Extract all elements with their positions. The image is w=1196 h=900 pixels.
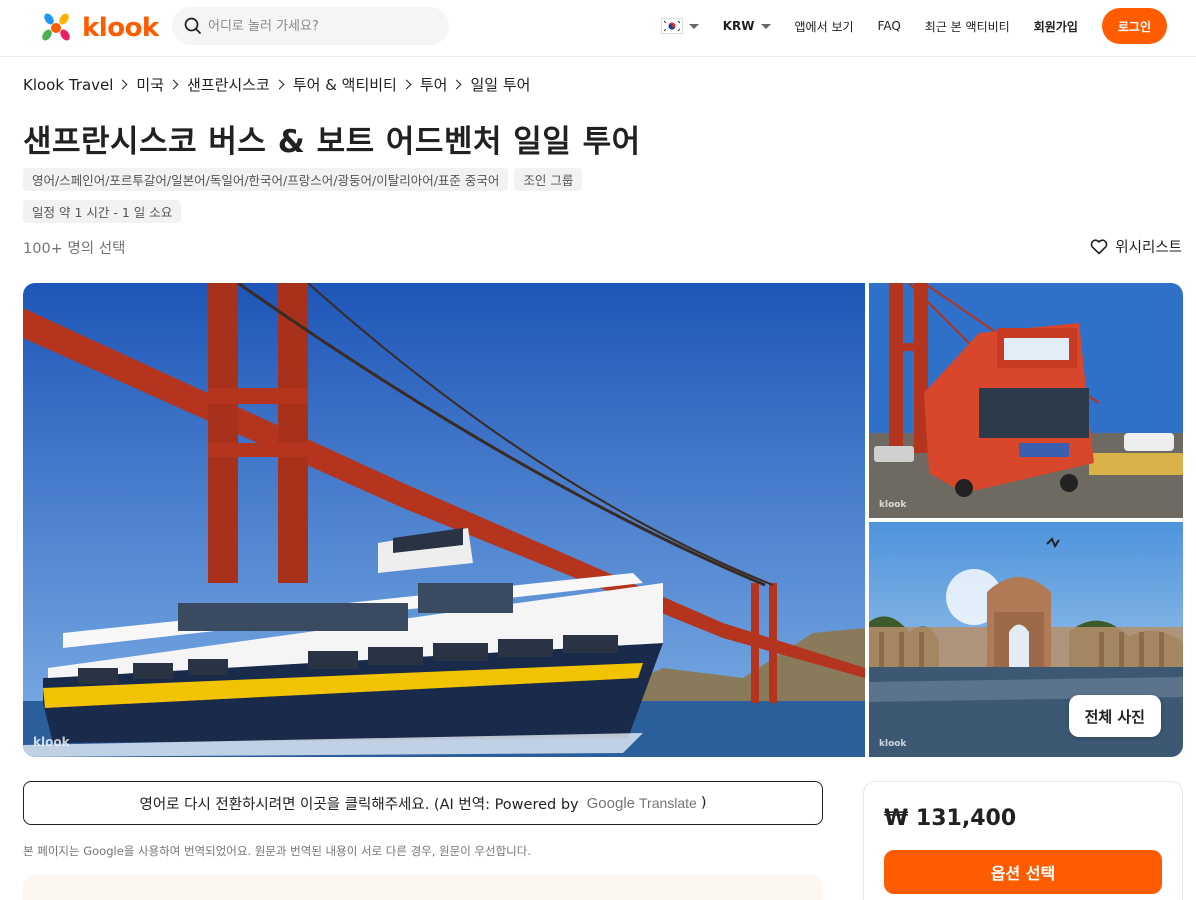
translation-message: 영어로 다시 전환하시려면 이곳을 클릭해주세요. (AI 번역: Powere… — [139, 796, 579, 813]
wishlist-button[interactable]: 위시리스트 — [1090, 236, 1182, 257]
heart-icon — [1090, 238, 1108, 254]
main-photo[interactable]: klook — [23, 283, 865, 757]
breadcrumb-item[interactable]: 일일 투어 — [470, 74, 530, 95]
languages-tag: 영어/스페인어/포르투갈어/일본어/독일어/한국어/프랑스어/광둥어/이탈리아어… — [23, 168, 509, 191]
select-option-button[interactable]: 옵션 선택 — [884, 850, 1162, 894]
group-tag: 조인 그룹 — [514, 168, 583, 191]
language-selector[interactable] — [660, 18, 699, 34]
breadcrumb-item[interactable]: 미국 — [136, 74, 164, 95]
search-input[interactable] — [208, 18, 428, 34]
chevron-down-icon — [760, 23, 771, 29]
bus-photo-image — [869, 283, 1183, 518]
bus-photo[interactable]: klook — [869, 283, 1183, 518]
chevron-down-icon — [688, 23, 699, 29]
faq-link[interactable]: FAQ — [878, 19, 901, 33]
translation-toggle[interactable]: 영어로 다시 전환하시려면 이곳을 클릭해주세요. (AI 번역: Powere… — [23, 781, 823, 825]
google-logo: Google — [586, 794, 635, 812]
activity-tags-row2: 일정 약 1 시간 - 1 일 소요 — [23, 200, 182, 223]
translation-disclaimer: 본 페이지는 Google을 사용하여 번역되었어요. 원문과 번역된 내용이 … — [23, 844, 532, 858]
page-title: 샌프란시스코 버스 & 보트 어드벤처 일일 투어 — [23, 124, 641, 160]
search-bar[interactable] — [172, 7, 449, 45]
korea-flag-icon — [660, 18, 683, 34]
search-icon — [184, 17, 202, 35]
price-label: ₩ 131,400 — [884, 806, 1017, 831]
klook-watermark: klook — [33, 735, 70, 749]
klook-logo[interactable]: klook — [38, 10, 159, 46]
wishlist-label: 위시리스트 — [1115, 240, 1182, 256]
ferry-photo-image — [23, 283, 865, 757]
logo-text: klook — [82, 13, 159, 43]
klook-watermark: klook — [879, 500, 907, 510]
view-all-photos-button[interactable]: 전체 사진 — [1068, 695, 1161, 737]
currency-label: KRW — [722, 19, 755, 33]
chevron-right-icon — [117, 79, 128, 90]
booked-count: 100+ 명의 선택 — [23, 241, 126, 257]
breadcrumb: Klook Travel 미국 샌프란시스코 투어 & 액티비티 투어 일일 투… — [23, 74, 530, 95]
chevron-right-icon — [452, 79, 462, 90]
google-translate-label: Translate — [639, 795, 697, 811]
currency-selector[interactable]: KRW — [723, 19, 771, 33]
chevron-right-icon — [168, 79, 179, 90]
signup-link[interactable]: 회원가입 — [1034, 18, 1078, 35]
breadcrumb-item[interactable]: 샌프란시스코 — [187, 74, 270, 95]
klook-logo-icon — [42, 13, 70, 41]
app-link[interactable]: 앱에서 보기 — [795, 18, 854, 35]
header-nav: KRW 앱에서 보기 FAQ 최근 본 액티비티 회원가입 로그인 — [637, 8, 1167, 44]
highlights-section — [23, 875, 823, 900]
recently-viewed-link[interactable]: 최근 본 액티비티 — [925, 18, 1010, 35]
duration-tag: 일정 약 1 시간 - 1 일 소요 — [23, 200, 182, 223]
close-paren: ) — [700, 795, 707, 811]
chevron-right-icon — [401, 79, 412, 90]
breadcrumb-item[interactable]: 투어 & 액티비티 — [293, 74, 397, 95]
breadcrumb-item[interactable]: Klook Travel — [23, 76, 113, 94]
top-header: klook KRW 앱에서 보기 FAQ 최근 본 액티비티 회원가입 — [0, 0, 1196, 57]
booking-panel: ₩ 131,400 옵션 선택 — [863, 781, 1183, 900]
palace-photo[interactable]: klook 전체 사진 — [869, 522, 1183, 757]
klook-watermark: klook — [879, 739, 907, 749]
chevron-right-icon — [274, 79, 285, 90]
activity-tags: 영어/스페인어/포르투갈어/일본어/독일어/한국어/프랑스어/광둥어/이탈리아어… — [23, 168, 583, 191]
login-button[interactable]: 로그인 — [1101, 8, 1167, 44]
breadcrumb-item[interactable]: 투어 — [420, 74, 448, 95]
